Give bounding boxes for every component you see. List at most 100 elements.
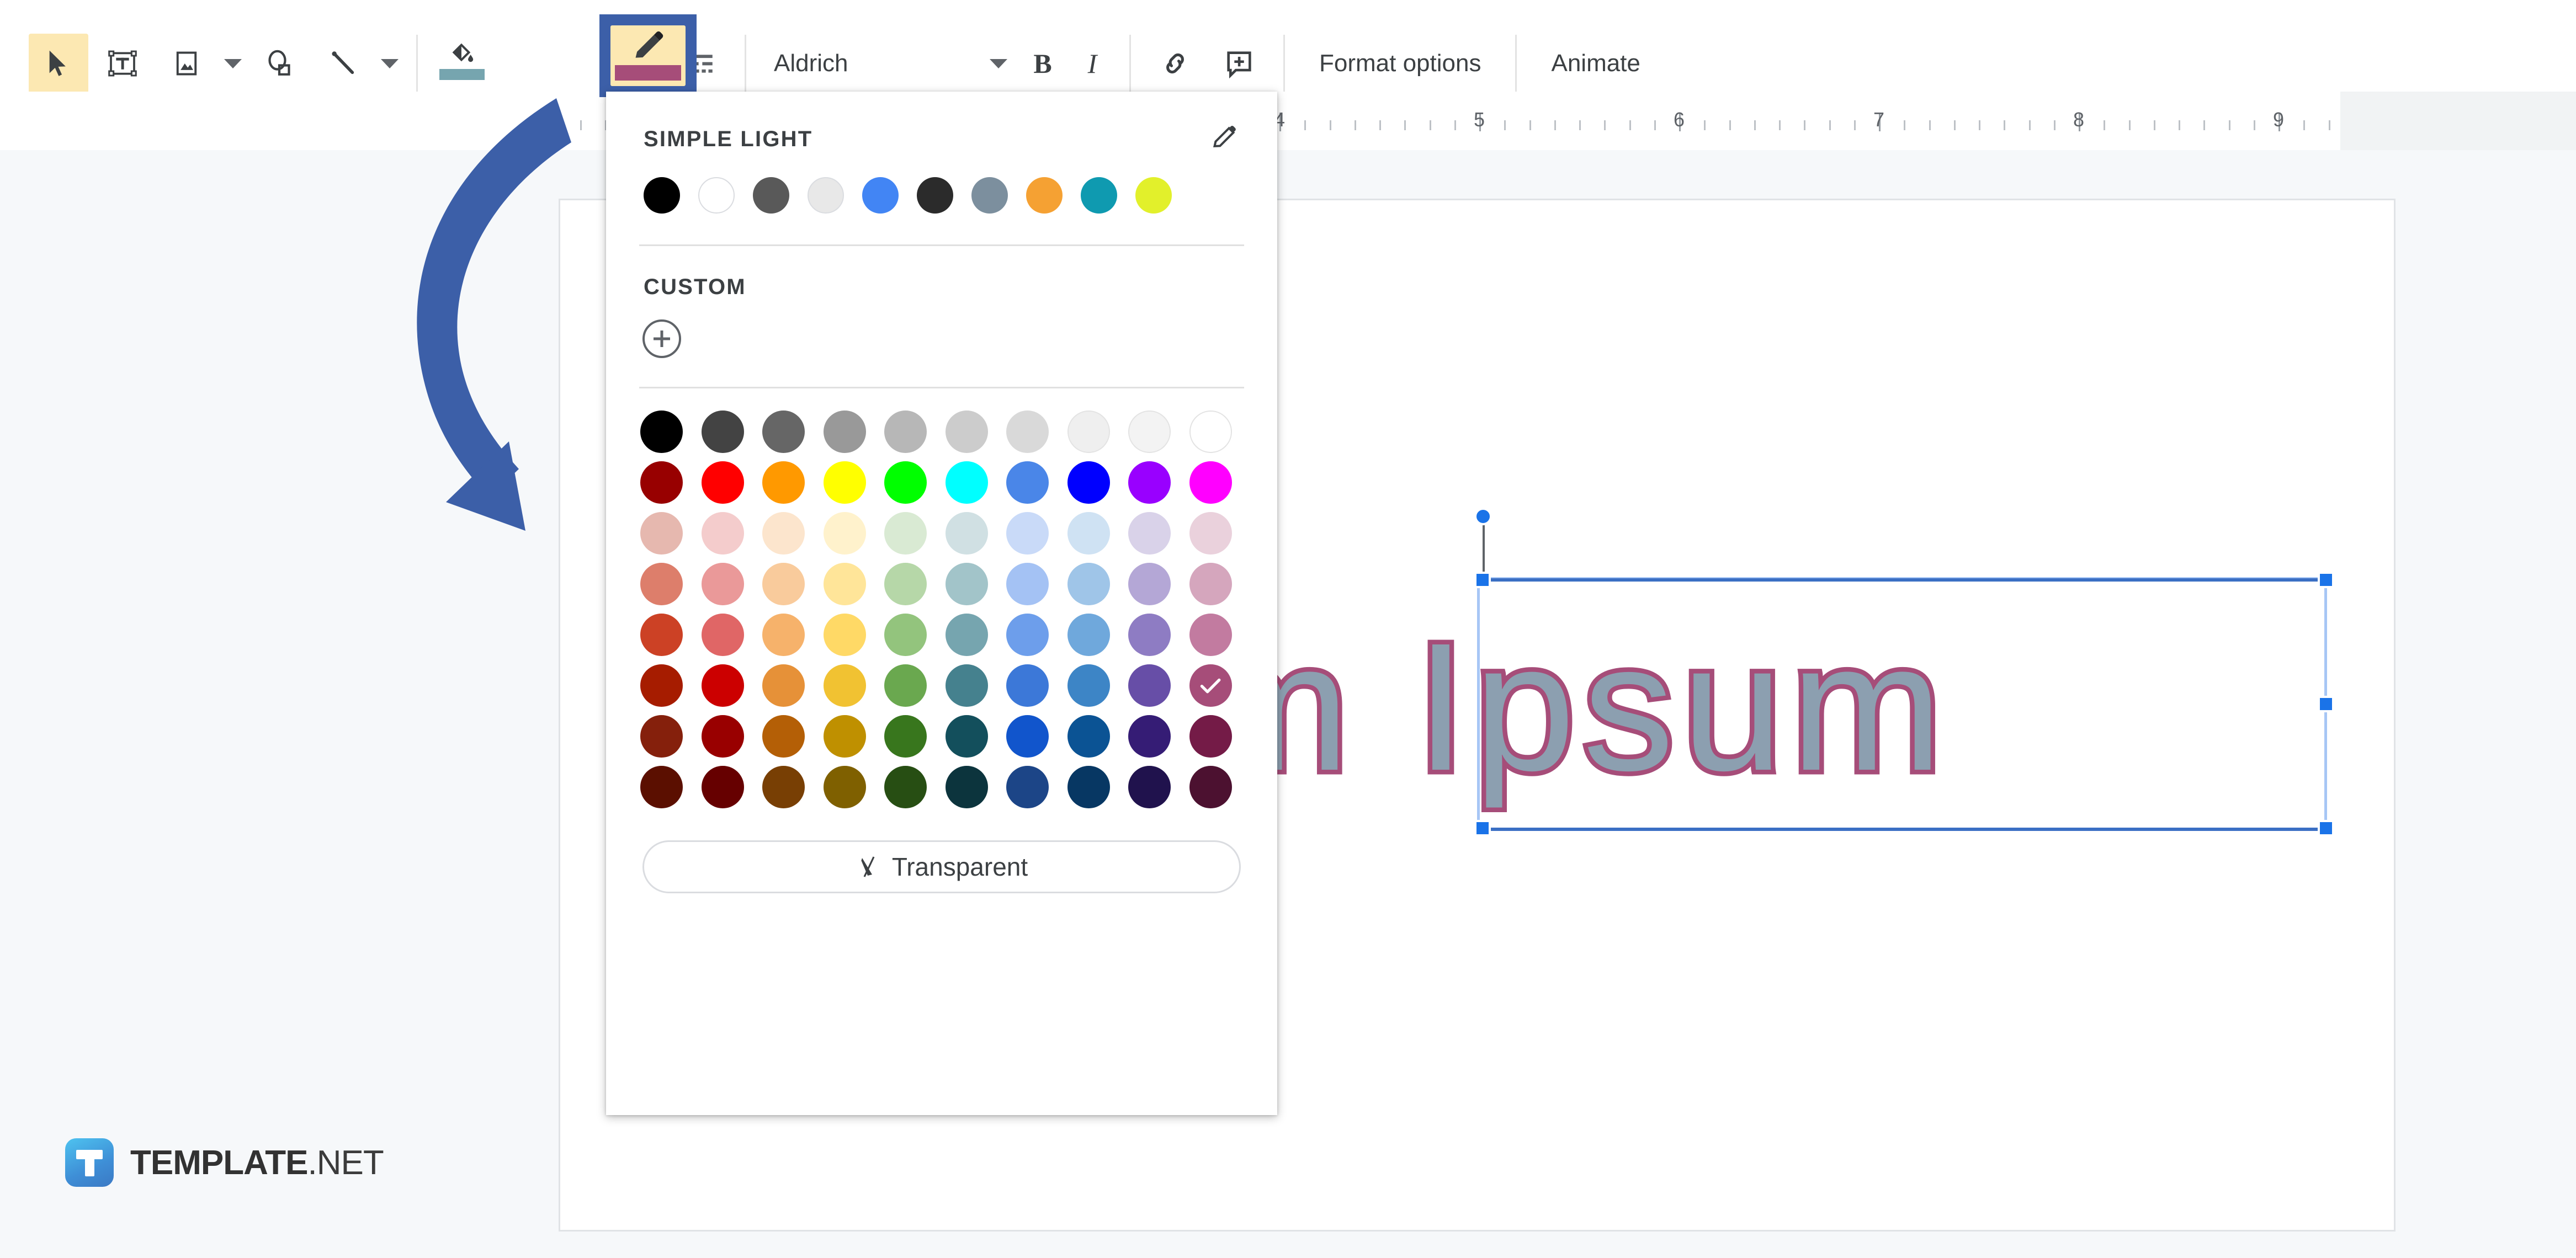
color-swatch-r1-c2[interactable] xyxy=(762,461,805,504)
color-swatch-r1-c6[interactable] xyxy=(1006,461,1049,504)
color-swatch-r5-c7[interactable] xyxy=(1067,664,1110,707)
color-swatch-r3-c3[interactable] xyxy=(823,563,866,605)
theme-color-swatch-1[interactable] xyxy=(698,177,735,214)
color-swatch-r7-c3[interactable] xyxy=(823,766,866,808)
color-swatch-r4-c5[interactable] xyxy=(945,614,988,656)
selection-handle-bottom-right[interactable] xyxy=(2318,820,2334,836)
theme-color-swatch-7[interactable] xyxy=(1026,177,1063,214)
color-swatch-r6-c5[interactable] xyxy=(945,715,988,758)
color-swatch-r1-c1[interactable] xyxy=(701,461,744,504)
color-swatch-r5-c8[interactable] xyxy=(1128,664,1171,707)
color-swatch-r3-c0[interactable] xyxy=(640,563,683,605)
color-swatch-r7-c5[interactable] xyxy=(945,766,988,808)
color-swatch-r6-c6[interactable] xyxy=(1006,715,1049,758)
color-swatch-r5-c1[interactable] xyxy=(701,664,744,707)
theme-color-swatch-2[interactable] xyxy=(753,177,789,214)
font-name-caret[interactable] xyxy=(979,34,1018,93)
selection-handle-middle-right[interactable] xyxy=(2318,696,2334,712)
color-swatch-r2-c6[interactable] xyxy=(1006,512,1049,555)
image-tool-caret[interactable] xyxy=(219,34,247,93)
color-swatch-r7-c9[interactable] xyxy=(1189,766,1232,808)
color-swatch-r5-c0[interactable] xyxy=(640,664,683,707)
color-swatch-r2-c9[interactable] xyxy=(1189,512,1232,555)
color-swatch-r3-c9[interactable] xyxy=(1189,563,1232,605)
color-swatch-r0-c5[interactable] xyxy=(945,411,988,453)
color-swatch-r4-c3[interactable] xyxy=(823,614,866,656)
theme-color-swatch-8[interactable] xyxy=(1081,177,1117,214)
color-swatch-r1-c3[interactable] xyxy=(823,461,866,504)
add-comment-button[interactable] xyxy=(1209,34,1269,93)
color-swatch-r1-c5[interactable] xyxy=(945,461,988,504)
color-swatch-r6-c7[interactable] xyxy=(1067,715,1110,758)
image-tool-button[interactable] xyxy=(157,34,216,93)
color-swatch-r7-c6[interactable] xyxy=(1006,766,1049,808)
color-swatch-r4-c8[interactable] xyxy=(1128,614,1171,656)
color-swatch-r3-c5[interactable] xyxy=(945,563,988,605)
theme-color-swatch-3[interactable] xyxy=(808,177,844,214)
border-color-picker-panel[interactable]: SIMPLE LIGHT CUSTOM Transparent xyxy=(606,92,1277,1115)
select-tool-button[interactable] xyxy=(29,34,88,93)
color-swatch-r7-c7[interactable] xyxy=(1067,766,1110,808)
textbox-tool-button[interactable] xyxy=(93,34,152,93)
color-swatch-r5-c3[interactable] xyxy=(823,664,866,707)
color-swatch-r2-c3[interactable] xyxy=(823,512,866,555)
color-swatch-r1-c8[interactable] xyxy=(1128,461,1171,504)
color-swatch-r3-c4[interactable] xyxy=(884,563,927,605)
color-swatch-r4-c4[interactable] xyxy=(884,614,927,656)
color-swatch-r5-c4[interactable] xyxy=(884,664,927,707)
color-swatch-r0-c4[interactable] xyxy=(884,411,927,453)
color-swatch-r6-c9[interactable] xyxy=(1189,715,1232,758)
color-swatch-r0-c1[interactable] xyxy=(701,411,744,453)
italic-button[interactable]: I xyxy=(1067,34,1117,93)
color-swatch-r0-c2[interactable] xyxy=(762,411,805,453)
color-swatch-r6-c1[interactable] xyxy=(701,715,744,758)
rotation-handle[interactable] xyxy=(1474,508,1492,525)
color-swatch-r1-c9[interactable] xyxy=(1189,461,1232,504)
color-swatch-r7-c2[interactable] xyxy=(762,766,805,808)
theme-color-swatch-9[interactable] xyxy=(1135,177,1172,214)
color-swatch-r3-c8[interactable] xyxy=(1128,563,1171,605)
standard-color-grid[interactable] xyxy=(606,388,1277,808)
selection-handle-top-left[interactable] xyxy=(1474,572,1491,588)
color-swatch-r1-c4[interactable] xyxy=(884,461,927,504)
color-swatch-r2-c2[interactable] xyxy=(762,512,805,555)
color-swatch-r0-c7[interactable] xyxy=(1067,411,1110,453)
theme-color-swatch-6[interactable] xyxy=(971,177,1008,214)
color-swatch-r0-c3[interactable] xyxy=(823,411,866,453)
color-swatch-r3-c7[interactable] xyxy=(1067,563,1110,605)
color-swatch-r4-c1[interactable] xyxy=(701,614,744,656)
color-swatch-r6-c8[interactable] xyxy=(1128,715,1171,758)
color-swatch-r7-c4[interactable] xyxy=(884,766,927,808)
color-swatch-r2-c8[interactable] xyxy=(1128,512,1171,555)
color-swatch-r5-c5[interactable] xyxy=(945,664,988,707)
color-swatch-r3-c6[interactable] xyxy=(1006,563,1049,605)
color-swatch-r3-c2[interactable] xyxy=(762,563,805,605)
color-swatch-r2-c4[interactable] xyxy=(884,512,927,555)
color-swatch-r7-c1[interactable] xyxy=(701,766,744,808)
color-swatch-r0-c6[interactable] xyxy=(1006,411,1049,453)
format-options-button[interactable]: Format options xyxy=(1297,34,1503,93)
theme-color-swatch-4[interactable] xyxy=(862,177,899,214)
color-swatch-r6-c2[interactable] xyxy=(762,715,805,758)
animate-button[interactable]: Animate xyxy=(1529,34,1662,93)
bold-button[interactable]: B xyxy=(1018,34,1067,93)
color-swatch-r4-c0[interactable] xyxy=(640,614,683,656)
color-swatch-r7-c0[interactable] xyxy=(640,766,683,808)
color-swatch-r4-c9[interactable] xyxy=(1189,614,1232,656)
color-swatch-r6-c0[interactable] xyxy=(640,715,683,758)
font-name-field[interactable]: Aldrich xyxy=(758,34,979,93)
color-swatch-r0-c8[interactable] xyxy=(1128,411,1171,453)
border-color-tool-button[interactable] xyxy=(610,25,686,86)
color-swatch-r6-c4[interactable] xyxy=(884,715,927,758)
color-swatch-r2-c7[interactable] xyxy=(1067,512,1110,555)
edit-theme-button[interactable] xyxy=(1209,122,1240,156)
color-swatch-r2-c5[interactable] xyxy=(945,512,988,555)
selection-handle-bottom-left[interactable] xyxy=(1474,820,1491,836)
line-tool-button[interactable] xyxy=(314,34,373,93)
color-swatch-r5-c9[interactable] xyxy=(1189,664,1232,707)
color-swatch-r1-c7[interactable] xyxy=(1067,461,1110,504)
color-swatch-r5-c2[interactable] xyxy=(762,664,805,707)
color-swatch-r2-c1[interactable] xyxy=(701,512,744,555)
theme-color-swatch-5[interactable] xyxy=(917,177,953,214)
color-swatch-r0-c9[interactable] xyxy=(1189,411,1232,453)
